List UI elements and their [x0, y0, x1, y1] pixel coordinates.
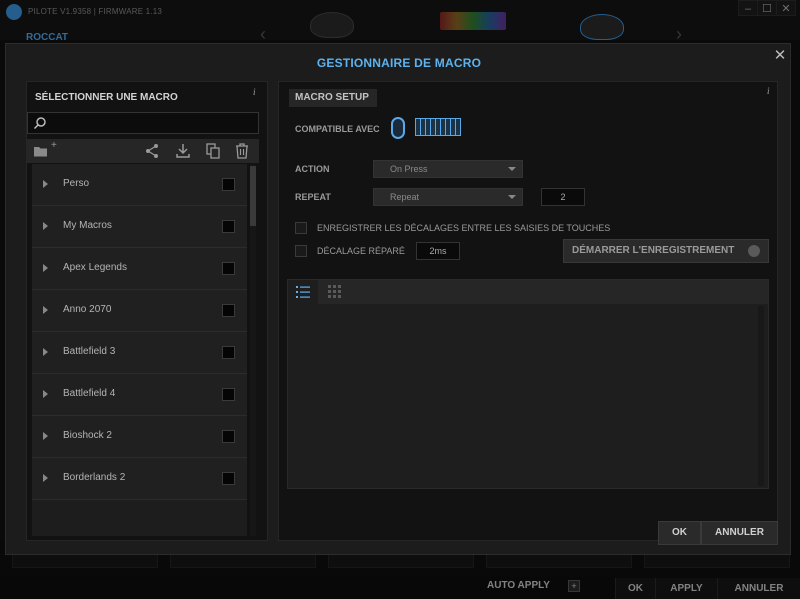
- new-folder-icon[interactable]: [33, 143, 51, 159]
- macro-editor[interactable]: [287, 279, 769, 489]
- macro-list-scrollbar[interactable]: [250, 164, 256, 536]
- macro-select-panel: SÉLECTIONNER UNE MACRO i + Perso My Macr…: [26, 81, 268, 541]
- macro-list-item[interactable]: Battlefield 4: [32, 374, 247, 416]
- start-recording-button[interactable]: DÉMARRER L'ENREGISTREMENT: [563, 239, 769, 263]
- start-recording-label: DÉMARRER L'ENREGISTREMENT: [572, 245, 735, 256]
- repeat-select-value: Repeat: [390, 192, 420, 202]
- chevron-down-icon: [508, 167, 516, 171]
- repeat-count-input[interactable]: 2: [541, 188, 585, 206]
- macro-checkbox[interactable]: [222, 304, 235, 317]
- macro-list-item[interactable]: Perso: [32, 164, 247, 206]
- list-view-icon: [296, 286, 310, 298]
- macro-checkbox[interactable]: [222, 430, 235, 443]
- expand-caret-icon[interactable]: [43, 222, 48, 230]
- macro-checkbox[interactable]: [222, 472, 235, 485]
- fixed-delay-checkbox[interactable]: [295, 245, 307, 257]
- grid-view-icon[interactable]: [328, 285, 342, 299]
- macro-list-item[interactable]: Bioshock 2: [32, 416, 247, 458]
- macro-name: My Macros: [63, 220, 112, 231]
- expand-caret-icon[interactable]: [43, 306, 48, 314]
- macro-name: Apex Legends: [63, 262, 127, 273]
- macro-name: Battlefield 4: [63, 388, 116, 399]
- macro-checkbox[interactable]: [222, 178, 235, 191]
- compatible-mouse-icon: [391, 117, 405, 139]
- fixed-delay-label: DÉCALAGE RÉPARÉ: [317, 246, 405, 256]
- macro-checkbox[interactable]: [222, 220, 235, 233]
- macro-name: Battlefield 3: [63, 346, 116, 357]
- editor-scrollbar[interactable]: [758, 306, 764, 486]
- new-folder-plus: +: [51, 140, 57, 151]
- action-select[interactable]: On Press: [373, 160, 523, 178]
- expand-caret-icon[interactable]: [43, 264, 48, 272]
- expand-caret-icon[interactable]: [43, 390, 48, 398]
- macro-list-item[interactable]: Anno 2070: [32, 290, 247, 332]
- action-label: ACTION: [295, 164, 330, 174]
- record-delays-checkbox[interactable]: [295, 222, 307, 234]
- compatible-label: COMPATIBLE AVEC: [295, 124, 380, 134]
- editor-tabs: [288, 280, 768, 304]
- expand-caret-icon[interactable]: [43, 474, 48, 482]
- share-icon[interactable]: [144, 143, 160, 159]
- macro-list-item[interactable]: Borderlands 2: [32, 458, 247, 500]
- close-icon[interactable]: ✕: [772, 48, 788, 64]
- macro-manager-dialog: GESTIONNAIRE DE MACRO ✕ SÉLECTIONNER UNE…: [5, 43, 791, 555]
- record-delays-label: ENREGISTRER LES DÉCALAGES ENTRE LES SAIS…: [317, 223, 611, 233]
- scrollbar-thumb[interactable]: [250, 166, 256, 226]
- macro-setup-panel: MACRO SETUP i COMPATIBLE AVEC ACTION On …: [278, 81, 778, 541]
- info-icon[interactable]: i: [253, 87, 256, 97]
- macro-checkbox[interactable]: [222, 262, 235, 275]
- info-icon[interactable]: i: [767, 86, 770, 96]
- macro-name: Perso: [63, 178, 90, 189]
- search-input[interactable]: [27, 112, 259, 134]
- dialog-title: GESTIONNAIRE DE MACRO: [316, 56, 482, 70]
- macro-list-item[interactable]: Apex Legends: [32, 248, 247, 290]
- chevron-down-icon: [508, 195, 516, 199]
- macro-setup-title: MACRO SETUP: [289, 89, 377, 107]
- download-icon[interactable]: [175, 143, 191, 159]
- action-select-value: On Press: [390, 164, 428, 174]
- macro-checkbox[interactable]: [222, 388, 235, 401]
- macro-list-toolbar: +: [27, 139, 259, 163]
- expand-caret-icon[interactable]: [43, 180, 48, 188]
- macro-name: Borderlands 2: [63, 472, 126, 483]
- expand-caret-icon[interactable]: [43, 348, 48, 356]
- tab-list-view[interactable]: [288, 280, 318, 304]
- expand-caret-icon[interactable]: [43, 432, 48, 440]
- macro-name: Bioshock 2: [63, 430, 112, 441]
- macro-list: Perso My Macros Apex Legends Anno 2070 B…: [32, 164, 247, 536]
- ok-button[interactable]: OK: [658, 521, 701, 545]
- macro-list-item[interactable]: Battlefield 3: [32, 332, 247, 374]
- repeat-select[interactable]: Repeat: [373, 188, 523, 206]
- fixed-delay-input[interactable]: 2ms: [416, 242, 460, 260]
- repeat-label: REPEAT: [295, 192, 331, 202]
- record-icon: [748, 245, 760, 257]
- macro-select-title: SÉLECTIONNER UNE MACRO: [35, 92, 178, 103]
- search-icon: [33, 117, 46, 130]
- compatible-keyboard-icon: [415, 118, 461, 136]
- copy-icon[interactable]: [205, 143, 221, 159]
- trash-icon[interactable]: [234, 143, 250, 159]
- macro-name: Anno 2070: [63, 304, 112, 315]
- cancel-button[interactable]: ANNULER: [701, 521, 778, 545]
- macro-checkbox[interactable]: [222, 346, 235, 359]
- macro-list-item[interactable]: My Macros: [32, 206, 247, 248]
